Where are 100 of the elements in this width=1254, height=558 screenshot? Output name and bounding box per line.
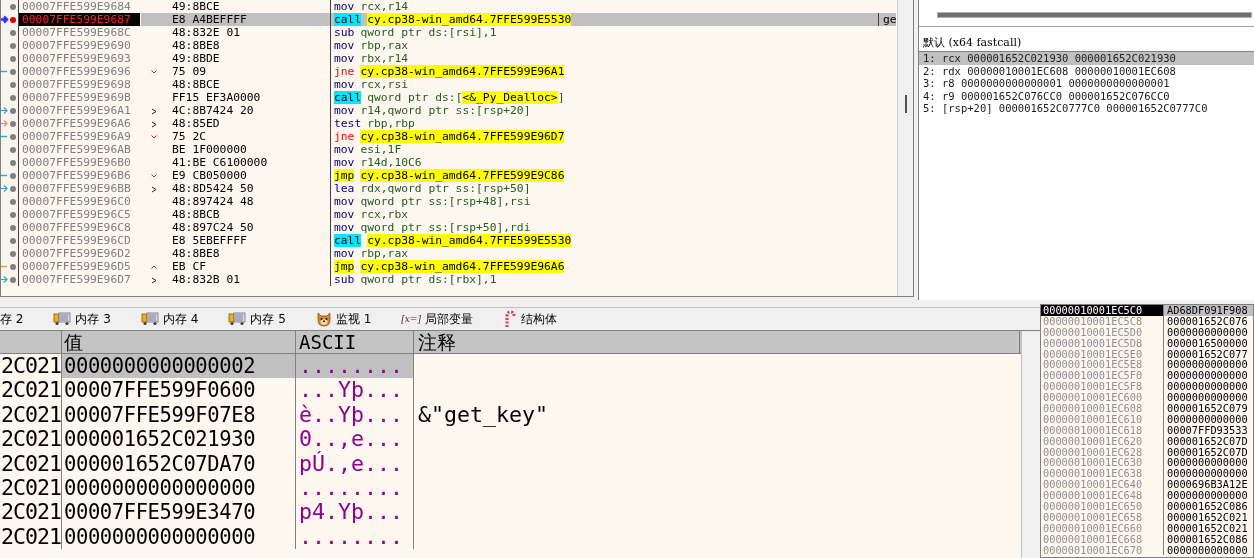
address-cell-text: 00007FFE599E96B6: [21, 169, 132, 182]
breakpoint-dot[interactable]: [10, 133, 16, 140]
disassembly-row[interactable]: 00007FFE599E96B0 41:BE C6100000 mov r14d,10C6: [1, 156, 897, 169]
breakpoint-dot[interactable]: [10, 107, 16, 114]
breakpoint-dot[interactable]: [10, 94, 16, 101]
address-cell-text: 00007FFE599E9684: [21, 0, 132, 13]
stack-value: AD68DF091F908: [1164, 305, 1253, 316]
disassembly-row[interactable]: 00007FFE599E96CD E8 5EBEFFFF call cy.cp38-win_amd64.7FFE599E5530: [1, 234, 897, 247]
disassembly-row[interactable]: 00007FFE599E96BB 48:8D5424 50 lea rdx,qword ptr ss:[rsp+50]: [1, 182, 897, 195]
mnemonic: mov: [334, 104, 355, 117]
tab[interactable]: 内存 4: [140, 308, 213, 330]
column-header[interactable]: ASCII: [296, 331, 414, 353]
operands: qword ptr ds:[rsi],1: [360, 26, 497, 39]
stack-value: 0000000000000: [1166, 457, 1248, 469]
horizontal-scrollbar[interactable]: [937, 12, 1252, 18]
bytes-cell: 75 09: [172, 65, 206, 78]
breakpoint-dot[interactable]: [10, 68, 16, 75]
disassembly-row[interactable]: 00007FFE599E9698 48:8BCE mov rcx,rsi: [1, 78, 897, 91]
argument-row[interactable]: 3: r8 0000000000000001 0000000000000001: [919, 77, 1254, 90]
disassembly-row[interactable]: 00007FFE599E96A1 4C:8B7424 20 mov r14,qword ptr ss:[rsp+20]: [1, 104, 897, 117]
dog-face-icon: [315, 311, 332, 327]
disassembly-row[interactable]: 00007FFE599E9690 48:8BE8 mov rbp,rax: [1, 39, 897, 52]
vertical-scrollbar[interactable]: [897, 0, 913, 296]
stack-value: 0000000000000: [1166, 490, 1248, 502]
column-header[interactable]: 值: [62, 331, 296, 353]
argument-row[interactable]: 5: [rsp+20] 000001652C0777C0 000001652C0777C0: [919, 102, 1254, 115]
breakpoint-dot[interactable]: [10, 55, 16, 62]
breakpoint-dot[interactable]: [10, 172, 16, 179]
tab[interactable]: 结构体: [502, 308, 571, 330]
breakpoint-dot[interactable]: [10, 224, 16, 231]
disassembly-row[interactable]: 00007FFE599E9687 E8 A4BEFFFF call cy.cp38-win_amd64.7FFE599E5530 ge: [1, 13, 897, 26]
address-cell-text: 00007FFE599E9693: [21, 52, 132, 65]
bytes-cell: 48:8BE8: [172, 39, 220, 52]
disassembly-row[interactable]: 00007FFE599E9693 49:8BDE mov rbx,r14: [1, 52, 897, 65]
disassembly-row[interactable]: 00007FFE599E96B6 E9 CB050000 jmp cy.cp38-win_amd64.7FFE599E9C86: [1, 169, 897, 182]
disassembly-row[interactable]: 00007FFE599E96C5 48:8BCB mov rcx,rbx: [1, 208, 897, 221]
tab[interactable]: 监视 1: [315, 308, 386, 330]
breakpoint-dot[interactable]: [10, 42, 16, 49]
breakpoint-dot[interactable]: [10, 276, 16, 283]
breakpoint-dot[interactable]: [10, 120, 16, 127]
breakpoint-dot[interactable]: [10, 237, 16, 244]
value-cell: 0000000000000000: [62, 475, 296, 501]
operands: rbp,rax: [360, 247, 408, 260]
operands: r14,qword ptr ss:[rsp+20]: [360, 104, 531, 117]
bytes-cell: 41:BE C6100000: [172, 156, 268, 169]
breakpoint-dot[interactable]: [10, 250, 16, 257]
operands: qword ptr ds:[rbx],1: [360, 273, 497, 286]
breakpoint-dot[interactable]: [10, 81, 16, 88]
arrow-icon: [1, 275, 9, 284]
disassembly-row[interactable]: 00007FFE599E96A6 48:85ED test rbp,rbp: [1, 117, 897, 130]
tab[interactable]: 内存 5: [228, 308, 300, 330]
arrow-icon: [1, 15, 9, 24]
mnemonic: call: [334, 234, 362, 247]
disassembly-row[interactable]: 00007FFE599E96D5 EB CF jmp cy.cp38-win_amd64.7FFE599E96A6: [1, 260, 897, 273]
breakpoint-dot[interactable]: [10, 159, 16, 166]
operands: rcx,r14: [360, 0, 408, 13]
breakpoint-dot[interactable]: [10, 198, 16, 205]
disassembly-row[interactable]: 00007FFE599E96D7 48:832B 01 sub qword ptr ds:[rbx],1: [1, 273, 897, 286]
address-cell-text: 00007FFE599E96A9: [21, 130, 132, 143]
vertical-scrollbar[interactable]: [1021, 331, 1040, 558]
tab[interactable]: 内存 3: [53, 308, 125, 330]
mnemonic: mov: [334, 156, 355, 169]
argument-row[interactable]: 4: r9 000001652C076CC0 000001652C076CC0: [919, 89, 1254, 102]
disassembly-row[interactable]: 00007FFE599E96C0 48:897424 48 mov qword ptr ss:[rsp+48],rsi: [1, 195, 897, 208]
column-header[interactable]: 注释: [414, 331, 1020, 353]
disassembly-row[interactable]: 00007FFE599E96C8 48:897C24 50 mov qword ptr ss:[rsp+50],rdi: [1, 221, 897, 234]
breakpoint-dot[interactable]: [10, 211, 16, 218]
disassembly-row[interactable]: 00007FFE599E968C 48:832E 01 sub qword ptr ds:[rsi],1: [1, 26, 897, 39]
breakpoint-dot[interactable]: [10, 185, 16, 192]
disassembly-row[interactable]: 00007FFE599E96D2 48:8BE8 mov rbp,rax: [1, 247, 897, 260]
disassembly-row[interactable]: 00007FFE599E96A9 75 2C jne cy.cp38-win_amd64.7FFE599E96D7: [1, 130, 897, 143]
breakpoint-dot[interactable]: [10, 146, 16, 153]
stack-value: 0000016500000: [1166, 337, 1248, 349]
operands: qword ptr ss:[rsp+48],rsi: [360, 195, 531, 208]
mnemonic: test: [334, 117, 362, 130]
disassembly-row[interactable]: 00007FFE599E9696 75 09 jne cy.cp38-win_amd64.7FFE599E96A1: [1, 65, 897, 78]
stack-value: 000001652C077: [1166, 348, 1248, 360]
tab[interactable]: [x=] 局部变量: [401, 308, 487, 330]
stack-value: 00007FFD93533: [1166, 424, 1248, 436]
breakpoint-dot[interactable]: [10, 3, 16, 10]
argument-row[interactable]: 2: rdx 00000010001EC608 00000010001EC608: [919, 64, 1254, 77]
address-cell-text: 00007FFE599E96C8: [21, 221, 132, 234]
disassembly-row[interactable]: 00007FFE599E96AB BE 1F000000 mov esi,1F: [1, 143, 897, 156]
mnemonic: jne: [334, 130, 355, 143]
breakpoint-dot[interactable]: [10, 263, 16, 270]
stack-address[interactable]: 00000010001EC5C0: [1041, 305, 1164, 316]
stack-value: 0000000000000: [1166, 381, 1248, 393]
value-cell: 00007FFE599F0600: [62, 378, 296, 403]
argument-row[interactable]: 1: rcx 000001652C021930 000001652C021930: [919, 52, 1254, 65]
value-cell: 000001652C021930: [62, 427, 296, 452]
disassembly-row[interactable]: 00007FFE599E969B FF15 EF3A0000 call qword ptr ds:[<&_Py_Dealloc>]: [1, 91, 897, 104]
operands: rcx,rsi: [360, 78, 408, 91]
address-cell-text: 00007FFE599E9690: [21, 39, 132, 52]
comment-cell: ge: [878, 13, 897, 26]
tab[interactable]: 存 2: [0, 308, 38, 330]
ascii-cell: 0..,e...: [296, 427, 414, 452]
bytes-cell: 48:832E 01: [172, 26, 240, 39]
mnemonic: call: [334, 91, 362, 104]
breakpoint-dot[interactable]: [10, 16, 16, 23]
breakpoint-dot[interactable]: [10, 29, 16, 36]
